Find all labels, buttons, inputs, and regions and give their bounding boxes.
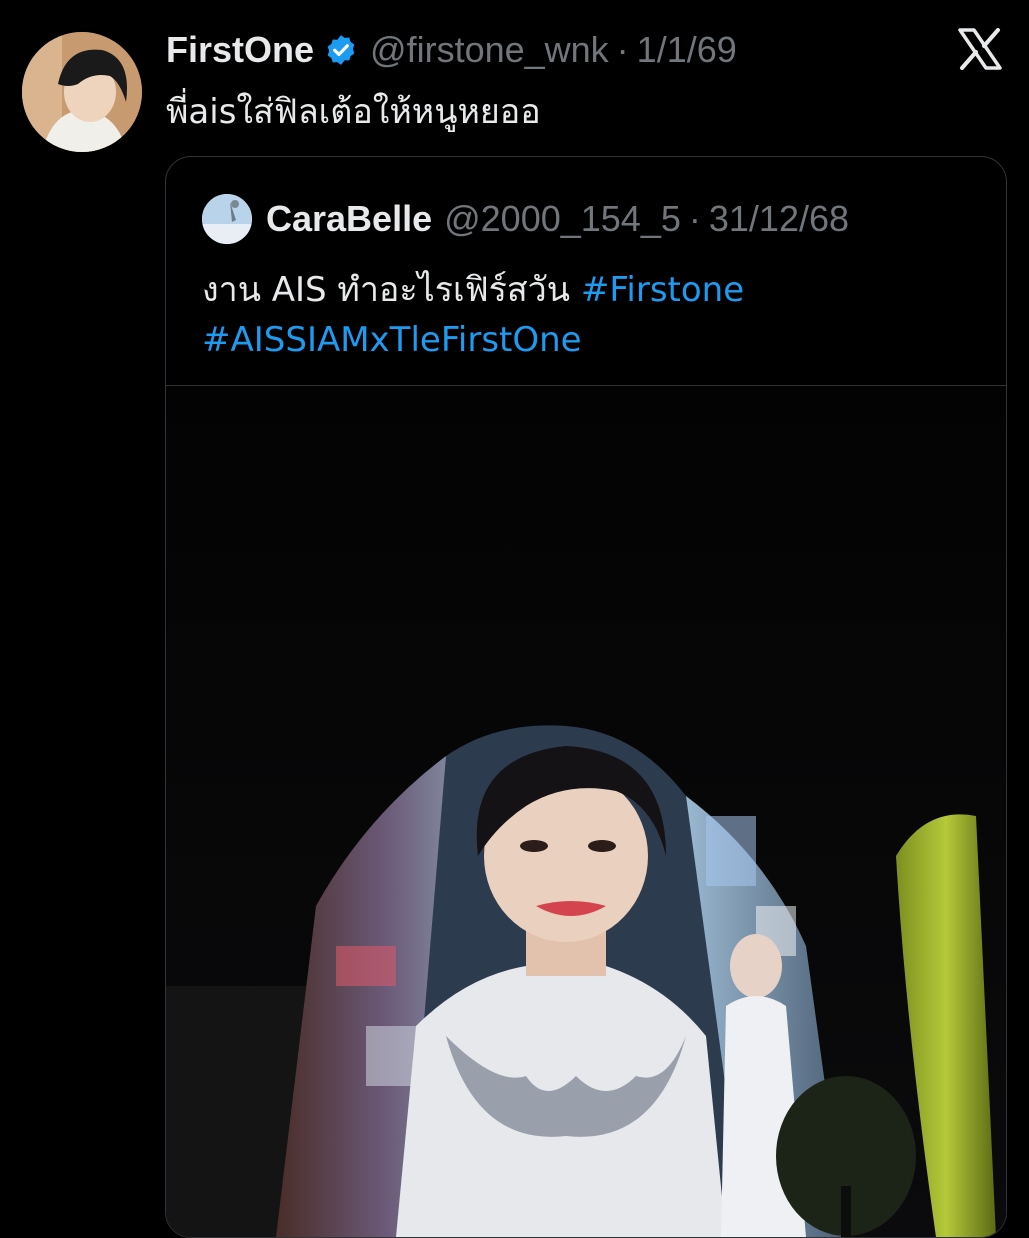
author-display-name[interactable]: FirstOne	[166, 29, 314, 71]
quoted-author-handle[interactable]: @2000_154_5	[444, 198, 681, 240]
x-logo-icon[interactable]	[958, 28, 1002, 70]
tweet[interactable]: FirstOne @firstone_wnk · 1/1/69 พี่aisใส…	[0, 0, 1029, 1238]
quoted-avatar-photo	[202, 194, 252, 244]
hashtag-link[interactable]: #Firstone	[581, 270, 744, 310]
quoted-tweet-media[interactable]	[166, 386, 1006, 1237]
quoted-text-body: งาน AIS ทำอะไรเฟิร์สวัน	[202, 270, 581, 310]
separator-dot: ·	[616, 29, 629, 70]
quoted-author-avatar[interactable]	[202, 194, 252, 244]
quoted-tweet-card[interactable]: CaraBelle @2000_154_5 · 31/12/68 งาน AIS…	[165, 156, 1007, 1238]
tweet-date[interactable]: 1/1/69	[637, 29, 737, 71]
billboard-photo	[166, 386, 1006, 1237]
quoted-tweet-date[interactable]: 31/12/68	[709, 198, 849, 240]
hashtag-link[interactable]: #AISSIAMxTleFirstOne	[202, 320, 582, 360]
avatar-photo	[22, 32, 142, 152]
author-handle[interactable]: @firstone_wnk	[370, 29, 609, 71]
author-avatar[interactable]	[22, 32, 142, 152]
separator-dot: ·	[688, 198, 701, 239]
quoted-author-display-name[interactable]: CaraBelle	[266, 198, 432, 240]
tweet-text: พี่aisใส่ฟิลเต้อให้หนูหยออ	[166, 92, 541, 132]
verified-badge-icon	[324, 33, 358, 67]
quoted-tweet-text: งาน AIS ทำอะไรเฟิร์สวัน #Firstone #AISSI…	[202, 265, 982, 365]
quoted-tweet-header: CaraBelle @2000_154_5 · 31/12/68	[202, 193, 849, 245]
tweet-header: FirstOne @firstone_wnk · 1/1/69	[166, 24, 737, 76]
